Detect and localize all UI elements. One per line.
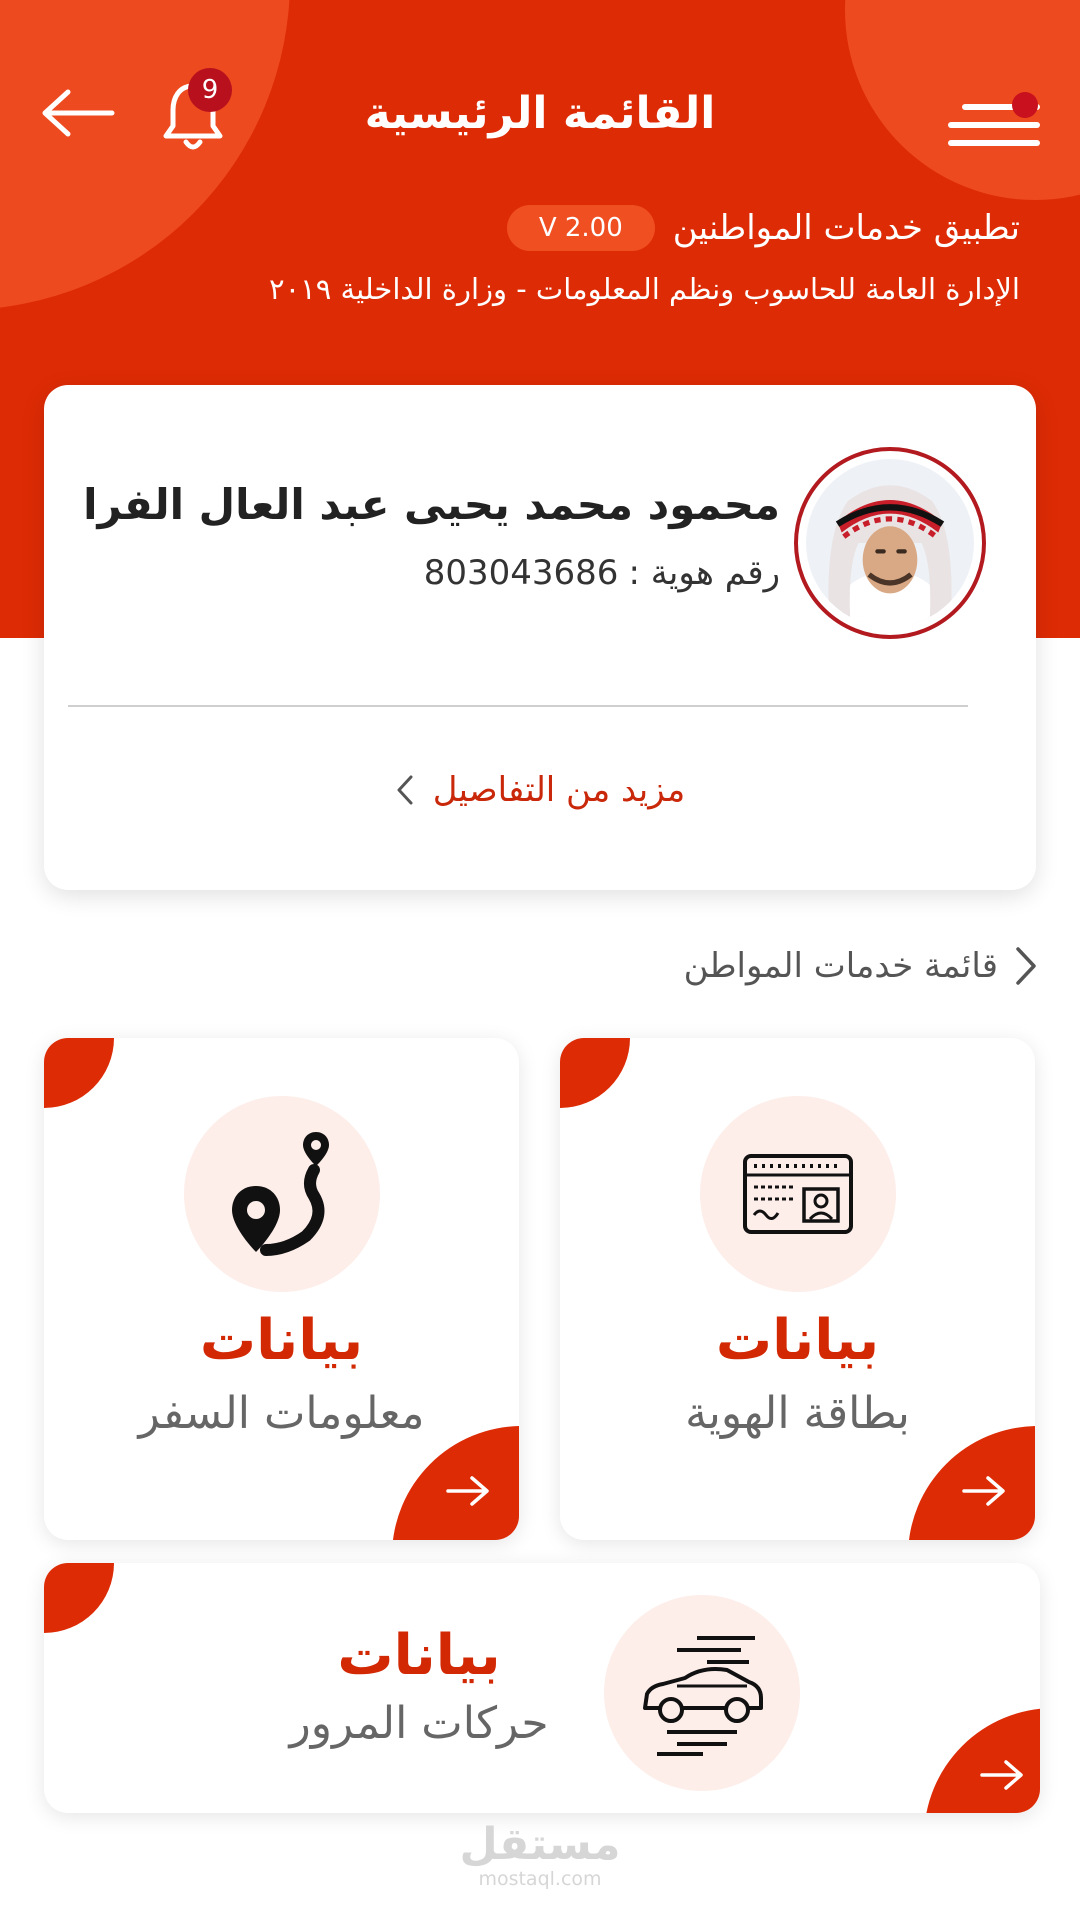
service-subtitle: معلومات السفر bbox=[138, 1388, 425, 1439]
service-subtitle: حركات المرور bbox=[289, 1698, 549, 1749]
menu-button[interactable] bbox=[940, 92, 1040, 158]
app-info: تطبيق خدمات المواطنين V 2.00 bbox=[0, 205, 1020, 251]
service-card-traffic[interactable]: بيانات حركات المرور bbox=[44, 1563, 1040, 1813]
icon-background bbox=[700, 1096, 896, 1292]
travel-route-icon bbox=[232, 1132, 329, 1256]
service-subtitle: بطاقة الهوية bbox=[685, 1388, 910, 1439]
service-title: بيانات bbox=[715, 1308, 880, 1373]
avatar[interactable] bbox=[794, 447, 986, 639]
service-title: بيانات bbox=[199, 1308, 364, 1373]
icon-background bbox=[604, 1595, 800, 1791]
menu-icon-line bbox=[948, 122, 1040, 128]
app-name: تطبيق خدمات المواطنين bbox=[672, 208, 1020, 248]
chevron-right-icon bbox=[1016, 947, 1036, 985]
corner-decoration bbox=[44, 1563, 114, 1633]
corner-decoration bbox=[560, 1038, 630, 1108]
profile-card: محمود محمد يحيى عبد العال الفرا رقم هوية… bbox=[44, 385, 1036, 890]
department-text: الإدارة العامة للحاسوب ونظم المعلومات - … bbox=[269, 272, 1020, 306]
service-card-id[interactable]: بيانات بطاقة الهوية bbox=[560, 1038, 1035, 1540]
user-name: محمود محمد يحيى عبد العال الفرا bbox=[83, 480, 780, 529]
page-title: القائمة الرئيسية bbox=[364, 88, 716, 139]
corner-decoration bbox=[44, 1038, 114, 1108]
icon-background bbox=[184, 1096, 380, 1292]
back-button[interactable] bbox=[36, 88, 116, 138]
watermark-arabic: مستقل bbox=[459, 1819, 621, 1870]
section-title: قائمة خدمات المواطن bbox=[683, 946, 998, 986]
notification-badge: 9 bbox=[188, 68, 232, 112]
top-bar: القائمة الرئيسية 9 bbox=[0, 68, 1080, 160]
more-details-label: مزيد من التفاصيل bbox=[432, 770, 686, 810]
service-card-travel[interactable]: بيانات معلومات السفر bbox=[44, 1038, 519, 1540]
more-details-link[interactable]: مزيد من التفاصيل bbox=[44, 770, 1036, 810]
arrow-right-icon bbox=[446, 1476, 489, 1506]
arrow-right-icon bbox=[962, 1476, 1005, 1506]
services-section-header[interactable]: قائمة خدمات المواطن bbox=[684, 945, 1040, 987]
version-badge: V 2.00 bbox=[506, 205, 655, 251]
arrow-left-icon bbox=[42, 89, 115, 137]
user-photo bbox=[806, 459, 974, 627]
watermark-latin: mostaql.com bbox=[478, 1868, 602, 1890]
service-title: بيانات bbox=[337, 1623, 501, 1688]
arrow-right-icon bbox=[980, 1760, 1023, 1790]
menu-icon-line bbox=[948, 140, 1040, 146]
id-label: رقم هوية : bbox=[628, 553, 780, 593]
divider bbox=[68, 705, 968, 707]
open-service-button[interactable] bbox=[908, 1426, 1035, 1540]
id-row: رقم هوية : 803043686 bbox=[424, 553, 780, 593]
notifications-button[interactable]: 9 bbox=[158, 68, 238, 152]
chevron-left-icon bbox=[397, 775, 413, 805]
menu-notification-dot bbox=[1012, 92, 1038, 118]
car-icon bbox=[643, 1636, 763, 1756]
id-number: 803043686 bbox=[423, 553, 619, 593]
open-service-button[interactable] bbox=[392, 1426, 519, 1540]
id-card-icon bbox=[743, 1154, 853, 1234]
watermark: مستقل mostaql.com bbox=[440, 1819, 640, 1891]
open-service-button[interactable] bbox=[924, 1708, 1040, 1813]
